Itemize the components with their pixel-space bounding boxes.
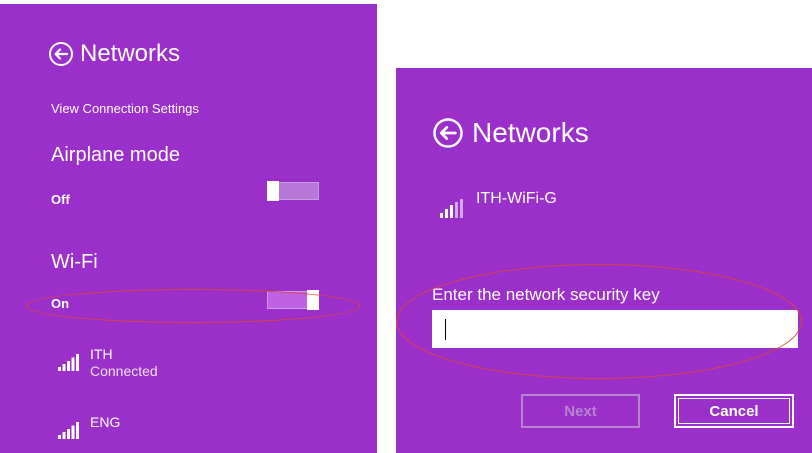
page-title: Networks	[80, 40, 181, 67]
wifi-signal-icon	[440, 199, 463, 218]
next-button[interactable]: Next	[521, 394, 640, 428]
back-button[interactable]: Networks	[48, 40, 180, 68]
network-item-ith[interactable]: ITH Connected	[58, 346, 158, 380]
security-key-label: Enter the network security key	[432, 285, 660, 304]
cancel-label: Cancel	[709, 402, 759, 420]
network-name: ENG	[90, 414, 121, 430]
network-name: ITH	[90, 346, 113, 362]
wifi-toggle[interactable]	[267, 290, 319, 310]
back-arrow-icon	[49, 42, 73, 66]
wifi-signal-icon	[58, 354, 79, 371]
airplane-mode-state: Off	[51, 192, 70, 207]
view-connection-settings-link[interactable]: View Connection Settings	[51, 101, 199, 116]
selected-network: ITH-WiFi-G	[440, 189, 557, 219]
page-title: Networks	[472, 117, 589, 148]
text-caret	[445, 319, 446, 340]
cancel-button[interactable]: Cancel	[674, 394, 794, 428]
wifi-signal-icon	[58, 422, 79, 439]
security-key-input[interactable]	[432, 310, 798, 348]
back-button[interactable]: Networks	[432, 117, 589, 149]
airplane-mode-label: Airplane mode	[51, 144, 180, 166]
network-status: Connected	[90, 363, 158, 379]
network-name: ITH-WiFi-G	[476, 190, 557, 207]
toggle-thumb	[267, 181, 279, 201]
networks-panel-left: Networks View Connection Settings Airpla…	[0, 4, 377, 453]
toggle-thumb	[307, 290, 319, 310]
wifi-label: Wi-Fi	[51, 251, 98, 273]
back-arrow-icon	[433, 118, 463, 148]
network-item-eng[interactable]: ENG	[58, 414, 120, 440]
airplane-mode-toggle[interactable]	[267, 181, 319, 201]
networks-panel-right: Networks ITH-WiFi-G Enter the network se…	[396, 68, 812, 453]
wifi-state: On	[51, 296, 70, 311]
